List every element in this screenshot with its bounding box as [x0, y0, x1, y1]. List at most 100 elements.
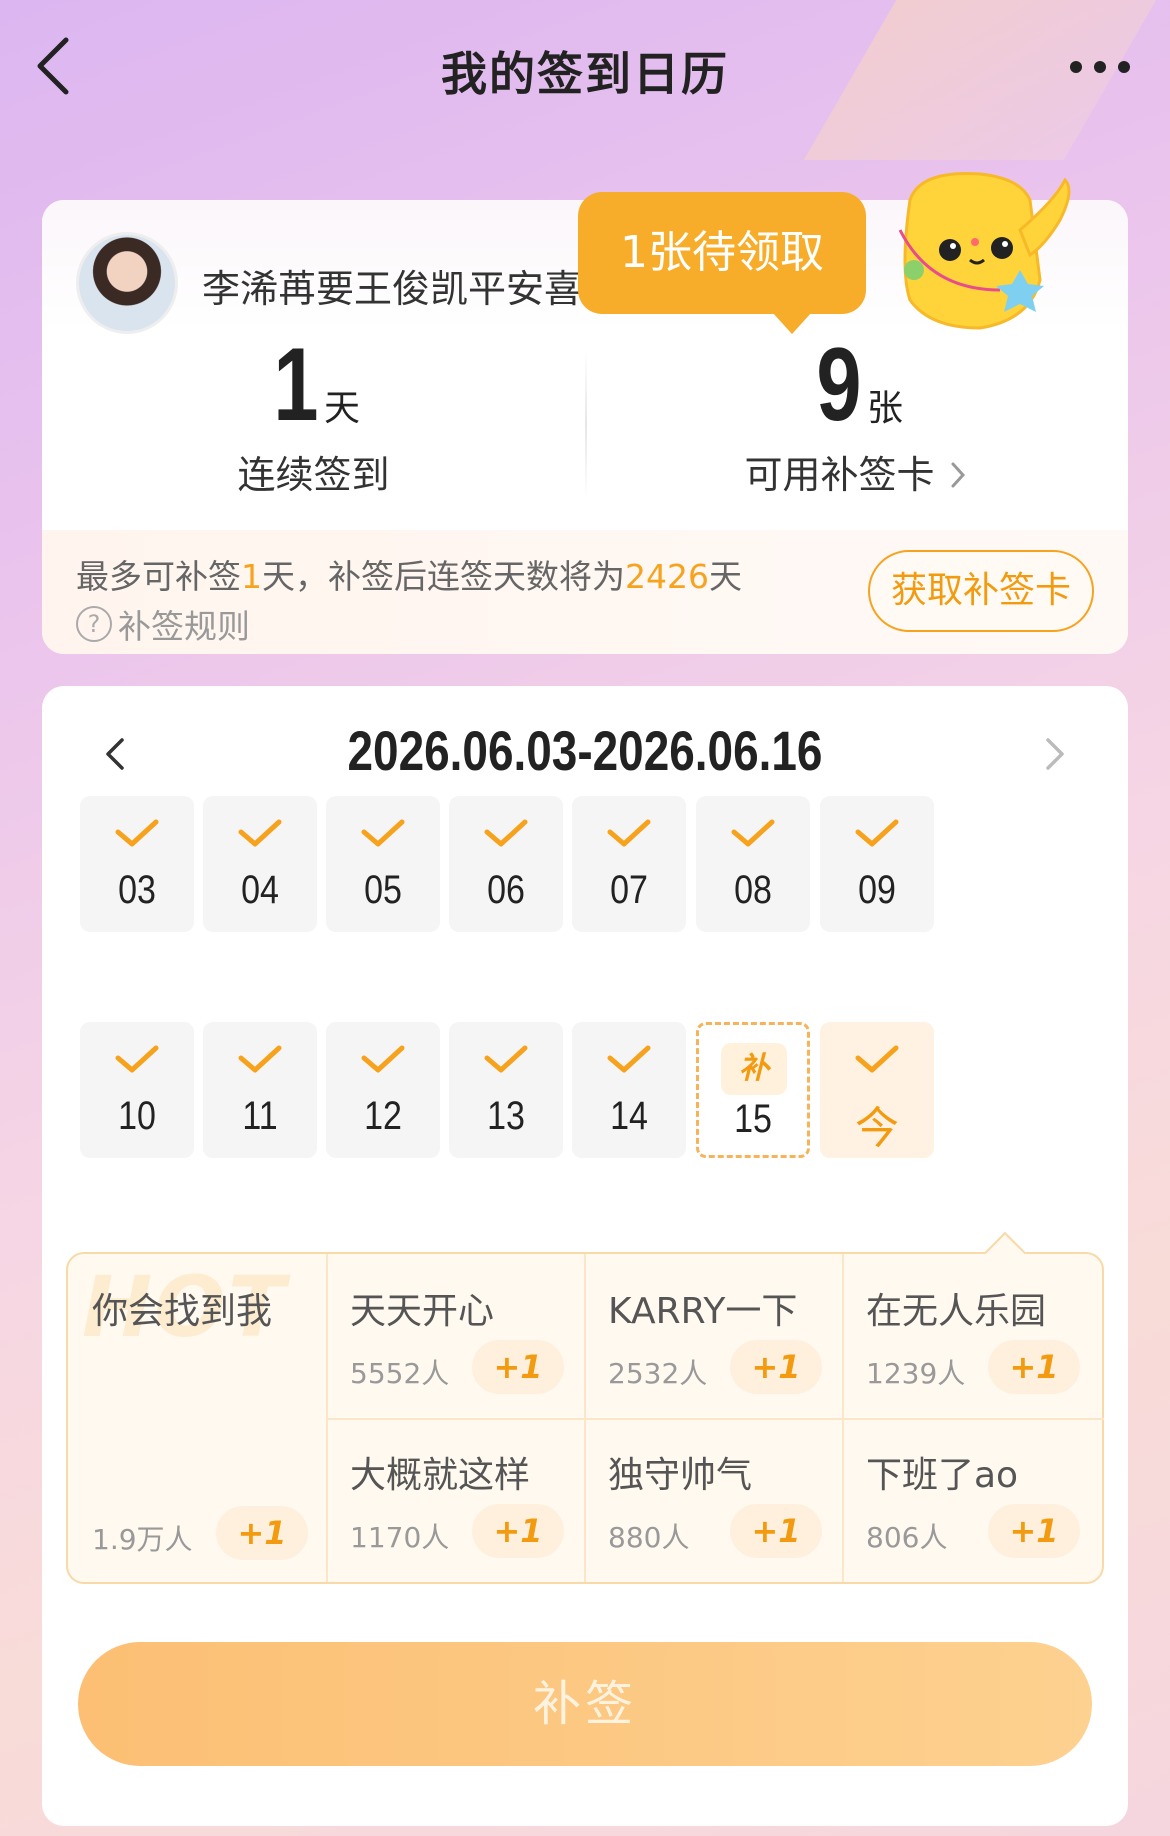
checkmark-icon [115, 1045, 159, 1073]
hot-item-name: 独守帅气 [608, 1455, 753, 1496]
day-tile-today[interactable]: 今 [820, 1022, 934, 1158]
day-number: 05 [364, 868, 402, 912]
checkmark-icon [361, 819, 405, 847]
checkmark-icon [855, 819, 899, 847]
day-tile[interactable]: 05 [326, 796, 440, 932]
streak-unit: 天 [323, 388, 360, 429]
more-dot-icon [1118, 61, 1130, 73]
divider [585, 350, 587, 500]
cards-label[interactable]: 可用补签卡 [585, 444, 1128, 499]
day-number: 14 [610, 1094, 648, 1138]
plus-one-button[interactable]: +1 [730, 1340, 822, 1394]
makeup-info-bar: 最多可补签1天，补签后连签天数将为2426天 ? 补签规则 获取补签卡 [42, 530, 1128, 654]
hot-item-count: 806人 [866, 1521, 948, 1554]
day-number: 10 [118, 1094, 156, 1138]
day-number: 今 [855, 1103, 899, 1154]
hot-item-count: 1239人 [866, 1357, 966, 1390]
makeup-info-text: 最多可补签1天，补签后连签天数将为2426天 [76, 557, 742, 596]
day-tile-makeup[interactable]: 补 15 [696, 1022, 810, 1158]
next-range-button[interactable] [1034, 734, 1074, 774]
day-tile[interactable]: 06 [449, 796, 563, 932]
streak-stat: 1 天 连续签到 [42, 330, 585, 530]
checkmark-icon [361, 1045, 405, 1073]
hot-item[interactable]: 独守帅气 880人 +1 [584, 1418, 842, 1582]
mascot-icon [898, 172, 1071, 330]
day-tile[interactable]: 03 [80, 796, 194, 932]
avatar[interactable] [76, 232, 178, 334]
plus-one-button[interactable]: +1 [988, 1504, 1080, 1558]
checkmark-icon [484, 1045, 528, 1073]
max-makeup-days: 1 [241, 557, 262, 596]
day-number: 12 [364, 1094, 402, 1138]
more-dot-icon [1070, 61, 1082, 73]
day-tile[interactable]: 04 [203, 796, 317, 932]
hot-item-name: KARRY一下 [608, 1291, 798, 1332]
username: 李浠苒要王俊凯平安喜乐k [202, 267, 643, 311]
makeup-cards-stat[interactable]: 9 张 可用补签卡 [585, 330, 1128, 530]
cards-unit: 张 [866, 388, 903, 429]
hot-item[interactable]: 在无人乐园 1239人 +1 [842, 1254, 1100, 1418]
day-tile[interactable]: 09 [820, 796, 934, 932]
day-number: 07 [610, 868, 648, 912]
day-tile[interactable]: 12 [326, 1022, 440, 1158]
hot-item-count: 1.9万人 [92, 1523, 193, 1556]
streak-value: 1 [273, 327, 319, 443]
day-number: 09 [858, 868, 896, 912]
day-tile[interactable]: 11 [203, 1022, 317, 1158]
checkmark-icon [607, 1045, 651, 1073]
hot-item[interactable]: 天天开心 5552人 +1 [326, 1254, 584, 1418]
calendar-card: 2026.06.03-2026.06.16 03 04 05 06 07 08 09 10 11… [42, 686, 1128, 1826]
day-tile[interactable]: 13 [449, 1022, 563, 1158]
hot-item-name: 你会找到我 [92, 1291, 273, 1332]
day-tile[interactable]: 07 [572, 796, 686, 932]
hot-item-name: 在无人乐园 [866, 1291, 1047, 1332]
checkmark-icon [238, 1045, 282, 1073]
day-number: 03 [118, 868, 156, 912]
checkmark-icon [731, 819, 775, 847]
day-number: 08 [734, 868, 772, 912]
day-tile[interactable]: 14 [572, 1022, 686, 1158]
pending-cards-tooltip[interactable]: 1张待领取 [578, 192, 866, 334]
page-title: 我的签到日历 [441, 47, 729, 101]
day-number: 13 [487, 1094, 525, 1138]
streak-label: 连续签到 [237, 453, 390, 497]
checkmark-icon [855, 1045, 899, 1073]
more-options-button[interactable] [1050, 52, 1130, 82]
checkmark-icon [238, 819, 282, 847]
day-tile[interactable]: 08 [696, 796, 810, 932]
get-makeup-card-button[interactable]: 获取补签卡 [868, 550, 1094, 632]
makeup-signin-button[interactable]: 补签 [78, 1642, 1092, 1766]
hot-topics-panel: HOT 你会找到我 1.9万人 +1 天天开心 5552人 +1 KARRY一下 253… [66, 1252, 1104, 1584]
hot-item-count: 1170人 [350, 1521, 450, 1554]
day-number: 04 [241, 868, 279, 912]
date-range: 2026.06.03-2026.06.16 [347, 719, 823, 782]
checkmark-icon [607, 819, 651, 847]
checkmark-icon [484, 819, 528, 847]
chevron-left-icon [106, 738, 124, 770]
hot-item-count: 2532人 [608, 1357, 708, 1390]
hot-item[interactable]: 大概就这样 1170人 +1 [326, 1418, 584, 1582]
hot-item[interactable]: KARRY一下 2532人 +1 [584, 1254, 842, 1418]
day-tile[interactable]: 10 [80, 1022, 194, 1158]
makeup-badge: 补 [721, 1043, 787, 1095]
result-streak-days: 2426 [625, 557, 709, 596]
makeup-rules-link[interactable]: ? 补签规则 [76, 600, 250, 648]
plus-one-button[interactable]: +1 [472, 1340, 564, 1394]
day-number: 06 [487, 868, 525, 912]
checkmark-icon [115, 819, 159, 847]
more-dot-icon [1094, 61, 1106, 73]
plus-one-button[interactable]: +1 [472, 1504, 564, 1558]
prev-range-button[interactable] [96, 734, 136, 774]
plus-one-button[interactable]: +1 [216, 1506, 308, 1560]
header: 我的签到日历 [0, 0, 1170, 140]
plus-one-button[interactable]: +1 [730, 1504, 822, 1558]
plus-one-button[interactable]: +1 [988, 1340, 1080, 1394]
hot-item[interactable]: 下班了ao 806人 +1 [842, 1418, 1100, 1582]
chevron-right-icon [951, 462, 965, 488]
hot-item-name: 天天开心 [350, 1291, 495, 1332]
chevron-right-icon [1046, 738, 1064, 770]
hot-item-count: 880人 [608, 1521, 690, 1554]
hot-item-name: 大概就这样 [350, 1455, 531, 1496]
hot-item-featured[interactable]: 你会找到我 1.9万人 +1 [68, 1254, 326, 1582]
cards-value: 9 [816, 327, 862, 443]
